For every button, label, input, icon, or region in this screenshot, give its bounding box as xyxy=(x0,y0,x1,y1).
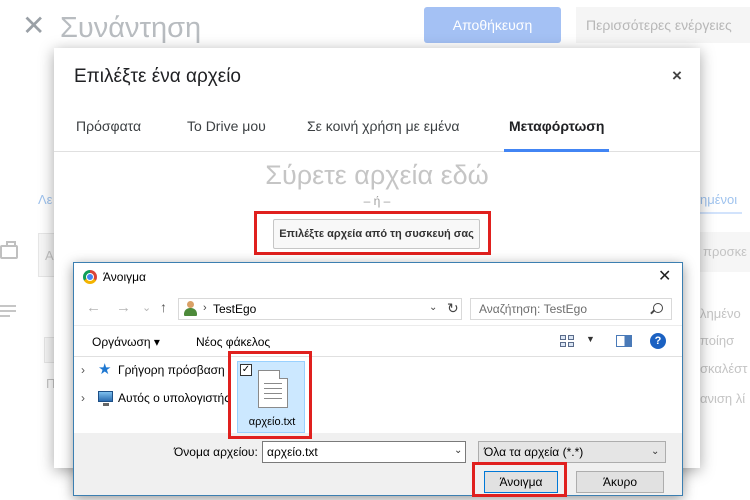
close-icon[interactable]: ✕ xyxy=(658,266,671,286)
search-icon[interactable] xyxy=(653,303,663,313)
chevron-down-icon[interactable]: ⌄ xyxy=(651,446,659,457)
address-bar[interactable]: › TestEgo ⌄ ↻ xyxy=(178,298,462,320)
navigation-pane: › ★ Γρήγορη πρόσβαση › Αυτός ο υπολογιστ… xyxy=(74,357,230,433)
highlight-box xyxy=(472,462,567,497)
active-tab-indicator xyxy=(504,149,609,152)
picker-tabs: Πρόσφατα Το Drive μου Σε κοινή χρήση με … xyxy=(54,114,700,152)
view-options-icon[interactable] xyxy=(560,335,574,347)
bg-right-line-2: ποίησ xyxy=(700,333,735,348)
nav-item-quick-access[interactable]: › ★ Γρήγορη πρόσβαση xyxy=(74,359,230,381)
filename-input[interactable] xyxy=(262,441,466,463)
new-folder-button[interactable]: Νέος φάκελος xyxy=(196,335,270,349)
bg-tab-fragment-left: Λε xyxy=(38,192,53,207)
help-icon[interactable]: ? xyxy=(650,333,666,349)
preview-pane-icon[interactable] xyxy=(616,335,632,347)
close-icon[interactable]: ✕ xyxy=(22,12,45,40)
close-icon[interactable]: × xyxy=(672,66,682,86)
chrome-icon xyxy=(83,270,97,284)
back-arrow-icon[interactable]: ← xyxy=(86,299,101,316)
chevron-right-icon[interactable]: › xyxy=(81,363,85,377)
description-icon xyxy=(0,305,16,320)
tab-recent[interactable]: Πρόσφατα xyxy=(76,118,141,134)
organize-menu[interactable]: Οργάνωση ▾ xyxy=(92,335,160,349)
address-path[interactable]: TestEgo xyxy=(213,302,256,316)
dialog-footer: Όνομα αρχείου: ⌄ Όλα τα αρχεία (*.*) ⌄ Ά… xyxy=(74,433,682,495)
refresh-icon[interactable]: ↻ xyxy=(447,300,459,317)
computer-icon xyxy=(98,391,113,406)
tab-shared-with-me[interactable]: Σε κοινή χρήση με εμένα xyxy=(307,118,459,134)
up-arrow-icon[interactable]: ↑ xyxy=(160,299,167,315)
more-actions-button[interactable]: Περισσότερες ενέργειες xyxy=(576,7,750,43)
nav-item-label: Αυτός ο υπολογιστής xyxy=(118,391,230,405)
page-title: Συνάντηση xyxy=(60,12,202,44)
nav-item-label: Γρήγορη πρόσβαση xyxy=(118,363,225,377)
highlight-box xyxy=(228,351,312,439)
file-type-select[interactable]: Όλα τα αρχεία (*.*) ⌄ xyxy=(478,441,666,463)
bg-right-line-1: λημένο xyxy=(700,306,741,321)
breadcrumb-chevron-icon: › xyxy=(203,302,207,314)
tab-my-drive[interactable]: Το Drive μου xyxy=(187,118,266,134)
address-row: ← → ⌄ ↑ › TestEgo ⌄ ↻ Αναζήτηση: TestEgo xyxy=(74,291,682,325)
star-icon: ★ xyxy=(98,361,112,378)
dialog-titlebar: Άνοιγμα ✕ xyxy=(74,263,682,291)
filename-label: Όνομα αρχείου: xyxy=(174,445,258,459)
recent-locations-icon[interactable]: ⌄ xyxy=(142,301,151,314)
search-input[interactable]: Αναζήτηση: TestEgo xyxy=(470,298,672,320)
bg-input-letter: Α xyxy=(45,248,54,263)
bg-right-line-4: ανιση λί xyxy=(700,391,746,406)
save-button[interactable]: Αποθήκευση xyxy=(424,7,561,43)
briefcase-icon xyxy=(0,241,18,259)
file-type-value: Όλα τα αρχεία (*.*) xyxy=(484,445,584,459)
or-separator: – ή – xyxy=(363,194,391,208)
bg-right-line-3: σκαλέστ xyxy=(700,361,748,376)
chevron-down-icon[interactable]: ⌄ xyxy=(454,445,462,456)
dialog-title: Άνοιγμα xyxy=(103,270,146,284)
search-placeholder: Αναζήτηση: TestEgo xyxy=(479,302,587,316)
chevron-down-icon[interactable]: ⌄ xyxy=(429,302,437,313)
user-folder-icon xyxy=(183,301,197,317)
nav-item-this-pc[interactable]: › Αυτός ο υπολογιστής xyxy=(74,387,230,409)
bg-tab-fragment-right: ημένοι xyxy=(700,192,738,207)
windows-open-dialog: Άνοιγμα ✕ ← → ⌄ ↑ › TestEgo ⌄ ↻ Αναζήτησ… xyxy=(73,262,683,496)
tab-upload[interactable]: Μεταφόρτωση xyxy=(509,118,604,134)
cancel-button[interactable]: Άκυρο xyxy=(576,471,664,493)
chevron-right-icon[interactable]: › xyxy=(81,391,85,405)
forward-arrow-icon[interactable]: → xyxy=(116,299,131,316)
drop-zone-text: Σύρετε αρχεία εδώ xyxy=(265,160,489,190)
bg-input-right-text: προσκε xyxy=(703,244,747,259)
picker-title: Επιλέξτε ένα αρχείο xyxy=(74,66,241,87)
dialog-toolbar: Οργάνωση ▾ Νέος φάκελος ▼ ? xyxy=(74,325,682,357)
select-from-device-button[interactable]: Επιλέξτε αρχεία από τη συσκευή σας xyxy=(273,219,480,249)
chevron-down-icon[interactable]: ▼ xyxy=(586,334,595,344)
